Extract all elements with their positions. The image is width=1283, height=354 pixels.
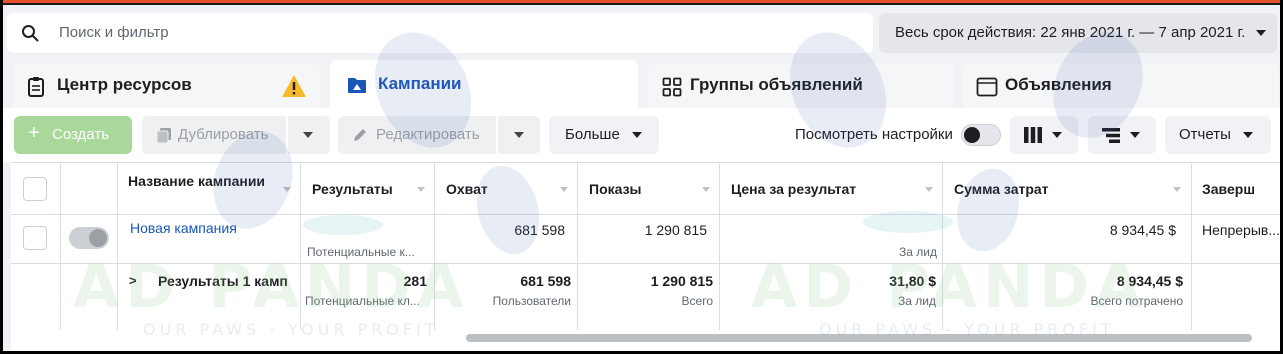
column-header-results[interactable]: Результаты (312, 181, 393, 198)
chevron-down-icon (514, 132, 524, 138)
campaigns-table: Название кампании Результаты Охват Показ… (11, 162, 1280, 351)
create-button[interactable]: + Создать (14, 116, 132, 154)
column-header-ends[interactable]: Заверш (1202, 181, 1255, 198)
sort-icon[interactable] (417, 187, 425, 192)
column-header-impressions[interactable]: Показы (589, 181, 642, 198)
date-range-picker[interactable]: Весь срок действия: 22 янв 2021 г. — 7 а… (879, 13, 1277, 53)
summary-reach-subtext: Пользователи (492, 294, 571, 308)
tab-ads[interactable]: Объявления (963, 64, 1279, 110)
summary-reach-value: 681 598 (520, 273, 571, 289)
sort-icon[interactable] (283, 187, 291, 192)
ad-window-icon (976, 77, 998, 97)
search-bar[interactable]: Поиск и фильтр (7, 13, 873, 53)
summary-cost-per-result-subtext: За лид (898, 294, 936, 308)
tab-campaigns[interactable]: Кампании (330, 60, 638, 110)
select-all-checkbox[interactable] (23, 177, 47, 201)
edit-dropdown-button[interactable] (498, 116, 540, 154)
sort-icon[interactable] (925, 187, 933, 192)
amount-spent-value: 8 934,45 $ (1109, 222, 1176, 238)
divider (300, 163, 301, 330)
search-icon (22, 25, 39, 42)
chevron-down-icon (303, 132, 313, 138)
duplicate-dropdown-button[interactable] (288, 116, 330, 154)
chevron-down-icon (1130, 132, 1140, 138)
results-subtext: Потенциальные к... (307, 245, 415, 259)
tab-label: Группы объявлений (690, 75, 863, 94)
impressions-value: 1 290 815 (644, 222, 707, 238)
breakdown-button[interactable] (1088, 116, 1156, 154)
tab-label: Кампании (378, 74, 462, 93)
reports-button[interactable]: Отчеты (1165, 116, 1271, 154)
divider (117, 163, 118, 330)
campaign-name-link[interactable]: Новая кампания (130, 220, 237, 236)
tab-ad-sets[interactable]: Группы объявлений (648, 64, 954, 110)
breakdown-icon (1102, 128, 1120, 143)
divider (60, 163, 61, 330)
row-checkbox[interactable] (23, 226, 47, 250)
more-button[interactable]: Больше (549, 116, 659, 154)
column-header-campaign-name[interactable]: Название кампании (128, 173, 278, 190)
plus-icon: + (28, 122, 40, 144)
more-label: Больше (565, 126, 620, 143)
summary-impressions-value: 1 290 815 (650, 273, 713, 289)
campaign-status-toggle[interactable] (69, 227, 109, 249)
search-placeholder: Поиск и фильтр (59, 24, 169, 41)
view-settings-toggle[interactable] (961, 124, 1001, 146)
tab-label: Центр ресурсов (57, 75, 192, 94)
column-header-reach[interactable]: Охват (446, 181, 488, 198)
create-label: Создать (52, 126, 110, 143)
summary-impressions-subtext: Всего (681, 294, 713, 308)
top-bar (3, 0, 1280, 5)
chevron-down-icon (632, 132, 642, 138)
toggle-knob (964, 127, 980, 143)
ads-manager-window: Поиск и фильтр Весь срок действия: 22 ян… (3, 0, 1280, 351)
columns-icon (1024, 127, 1042, 143)
sort-icon[interactable] (702, 187, 710, 192)
column-header-amount-spent[interactable]: Сумма затрат (954, 181, 1049, 198)
duplicate-icon (156, 128, 171, 144)
divider (434, 163, 435, 330)
divider (942, 163, 943, 330)
chevron-down-icon (1052, 132, 1062, 138)
horizontal-scrollbar[interactable] (466, 334, 1252, 342)
summary-amount-spent-value: 8 934,45 $ (1116, 273, 1183, 289)
tab-label: Объявления (1005, 75, 1112, 94)
divider (719, 163, 720, 330)
chevron-down-icon (1256, 30, 1266, 36)
duplicate-label: Дублировать (178, 126, 269, 143)
divider (577, 163, 578, 330)
edit-button[interactable]: Редактировать (338, 116, 496, 154)
divider (11, 214, 1280, 215)
column-header-cost-per-result[interactable]: Цена за результат (731, 181, 856, 198)
reach-value: 681 598 (514, 222, 565, 238)
view-settings-label: Посмотреть настройки (795, 126, 953, 143)
ends-value: Непрерыв... (1202, 222, 1280, 238)
duplicate-button[interactable]: Дублировать (142, 116, 286, 154)
divider (1191, 163, 1192, 330)
sort-icon[interactable] (1173, 187, 1181, 192)
toggle-knob (89, 229, 107, 247)
summary-label: Результаты 1 камп (158, 273, 288, 289)
clipboard-icon (28, 77, 44, 97)
chevron-down-icon (1243, 132, 1253, 138)
warning-icon (282, 75, 306, 97)
edit-label: Редактировать (376, 126, 480, 143)
tab-resource-center[interactable]: Центр ресурсов (13, 64, 320, 110)
sort-icon[interactable] (560, 187, 568, 192)
columns-button[interactable] (1010, 116, 1078, 154)
summary-results-subtext: Потенциальные кл... (305, 294, 420, 308)
divider (11, 263, 1280, 264)
cost-per-result-subtext: За лид (899, 245, 937, 259)
date-range-label: Весь срок действия: 22 янв 2021 г. — 7 а… (895, 24, 1246, 41)
toolbar: + Создать Дублировать Редактировать Боль… (3, 108, 1280, 162)
summary-amount-spent-subtext: Всего потрачено (1090, 294, 1183, 308)
grid-icon (662, 77, 682, 97)
chevron-right-icon[interactable]: > (129, 273, 137, 288)
summary-cost-per-result-value: 31,80 $ (889, 273, 936, 289)
reports-label: Отчеты (1179, 126, 1231, 143)
pencil-icon (354, 129, 366, 141)
campaign-icon (348, 78, 366, 93)
summary-results-value: 281 (403, 273, 427, 289)
